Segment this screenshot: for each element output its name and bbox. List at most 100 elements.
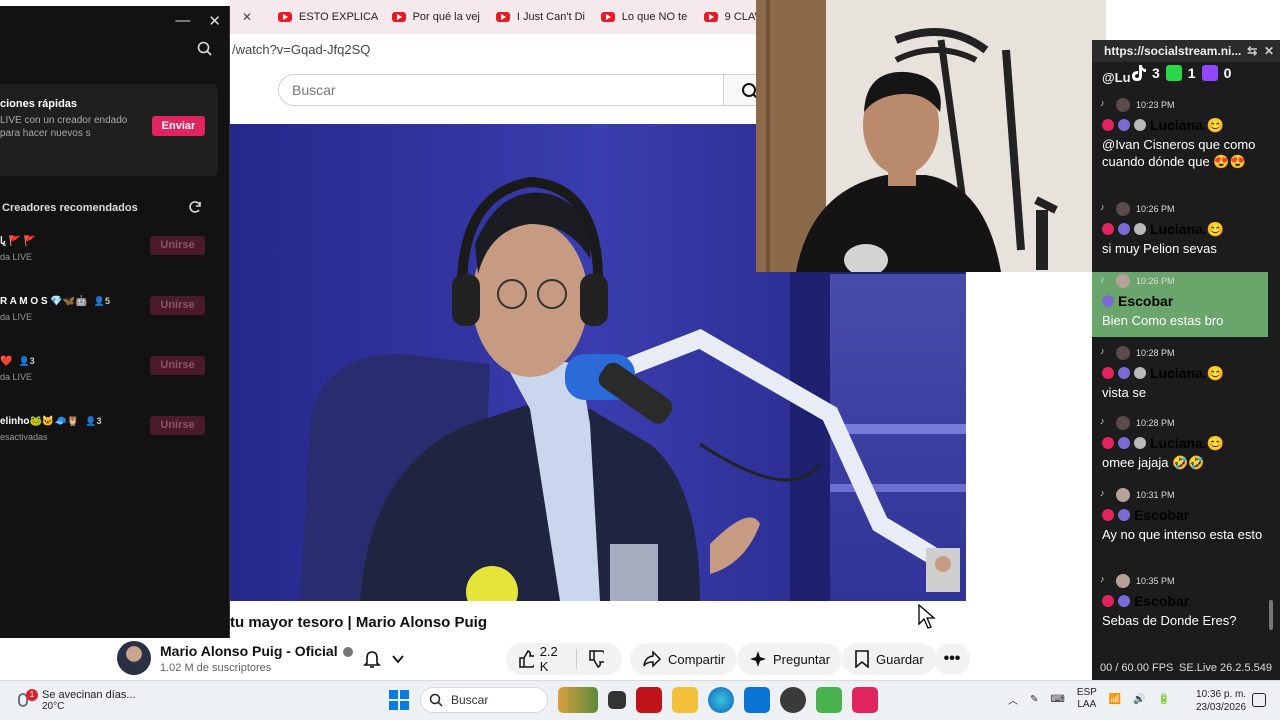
chat-url: https://socialstream.ni... [1104, 44, 1242, 58]
chevron-down-icon [392, 655, 404, 664]
chat-message: ♪ 10:35 PM Escobar Sebas de Donde Eres? [1092, 572, 1268, 629]
weather-temp: 20°C [42, 701, 65, 712]
weather-widget[interactable]: 1 Se avecinan días... 20°C [18, 688, 136, 712]
webcam-image [756, 0, 1106, 272]
share-icon [643, 650, 662, 668]
tiktok-icon [1132, 65, 1146, 81]
edge-browser-icon[interactable] [708, 687, 734, 713]
message-meta: ♪ 10:26 PM [1092, 200, 1268, 218]
chevron-up-icon[interactable]: ︿ [1008, 692, 1018, 707]
close-icon[interactable]: ✕ [208, 12, 221, 30]
message-meta: ♪ 10:26 PM [1092, 272, 1268, 290]
tab-label: I Just Can't Di [516, 11, 585, 23]
viewer-count-value: 5 [104, 296, 110, 306]
obs-icon[interactable] [780, 687, 806, 713]
creator-status: da LIVE [0, 312, 33, 322]
username: Luciana.😊 [1150, 434, 1225, 451]
tab-video-3[interactable]: I Just Can't Di✕ [484, 0, 589, 34]
creator-status: da LIVE [0, 372, 33, 382]
message-time: 10:35 PM [1136, 576, 1175, 586]
badge-icon [1102, 119, 1114, 131]
message-meta: ♪ 10:31 PM [1092, 486, 1268, 504]
taskbar-search[interactable]: Buscar [420, 687, 548, 713]
keyboard-icon[interactable]: ⌨ [1050, 694, 1064, 705]
bell-icon [363, 651, 381, 668]
chat-scrollbar[interactable] [1268, 270, 1274, 640]
thumbs-down-icon[interactable] [588, 650, 604, 668]
notification-icon[interactable] [1252, 693, 1266, 707]
badge-icon [1118, 509, 1130, 521]
creator-name: ﻳﺎ 🚩 🚩 [0, 236, 37, 247]
tiktok-icon: ♪ [1100, 202, 1105, 212]
pen-icon[interactable]: ✎ [1030, 694, 1038, 705]
tab-x[interactable]: ✕ [230, 0, 266, 34]
join-button[interactable]: Unirse [150, 416, 205, 435]
send-button[interactable]: Enviar [152, 116, 205, 136]
join-button[interactable]: Unirse [150, 236, 205, 255]
thumbs-up-icon [519, 650, 534, 668]
message-meta: ♪ 10:28 PM [1092, 344, 1268, 362]
badge-icon [1102, 595, 1114, 607]
volume-icon[interactable]: 🔊 [1133, 694, 1145, 705]
file-explorer-icon[interactable] [672, 687, 698, 713]
heart-icon [1134, 437, 1146, 449]
channel-avatar[interactable] [117, 641, 151, 675]
store-icon[interactable] [744, 687, 770, 713]
more-actions-button[interactable]: ••• [934, 643, 970, 675]
kick-count: 1 [1187, 65, 1196, 81]
like-button[interactable]: 2.2 K [506, 643, 622, 675]
kick-icon [1165, 65, 1182, 81]
youtube-icon [495, 12, 510, 22]
pin-icon[interactable]: ⇆ [1247, 44, 1257, 58]
tab-video-1[interactable]: ESTO EXPLICA✕ [266, 0, 380, 34]
language-indicator[interactable]: ESP LAA [1077, 687, 1097, 711]
windows-start-icon[interactable] [388, 689, 410, 711]
tiktok-live-panel: — ✕ ciones rápidas LIVE con un creador e… [0, 6, 230, 638]
share-label: Compartir [668, 651, 726, 667]
app-icon-red[interactable] [636, 687, 662, 713]
message-user: Escobar [1092, 504, 1268, 526]
refresh-icon[interactable] [188, 200, 202, 214]
address-bar[interactable]: /watch?v=Gqad-Jfq2SQ [230, 38, 760, 62]
message-time: 10:28 PM [1136, 418, 1175, 428]
close-icon[interactable]: ✕ [1264, 44, 1274, 58]
battery-icon[interactable]: 🔋 [1158, 694, 1170, 705]
save-button[interactable]: Guardar [842, 643, 936, 675]
tab-video-2[interactable]: Por qué la vej✕ [380, 0, 484, 34]
message-user: Luciana.😊 [1092, 362, 1268, 384]
avatar [1116, 98, 1130, 112]
clock[interactable]: 10:36 p. m. 23/03/2026 [1196, 688, 1246, 714]
join-button[interactable]: Unirse [150, 356, 205, 375]
tiktok-live-icon[interactable] [852, 687, 878, 713]
app-icon-green[interactable] [816, 687, 842, 713]
ask-button[interactable]: Preguntar [737, 643, 843, 675]
tab-video-4[interactable]: Lo que NO te✕ [589, 0, 692, 34]
card-title: ciones rápidas [0, 98, 78, 110]
task-view-icon[interactable] [608, 691, 626, 709]
sparkle-icon [750, 651, 766, 667]
avatar [1116, 274, 1130, 288]
subscriber-count: 1.02 M de suscriptores [160, 662, 272, 674]
scrollbar-thumb[interactable] [1269, 600, 1273, 630]
minimize-icon[interactable]: — [175, 12, 190, 30]
mouse-cursor-icon [918, 604, 936, 629]
badge-icon [1118, 223, 1130, 235]
message-time: 10:23 PM [1136, 100, 1175, 110]
badge-icon [1102, 509, 1114, 521]
join-button[interactable]: Unirse [150, 296, 205, 315]
search-input[interactable]: Buscar [278, 74, 724, 106]
channel-name[interactable]: Mario Alonso Puig - Oficial [160, 643, 353, 659]
message-meta: ♪ 10:28 PM [1092, 414, 1268, 432]
widgets-icon[interactable] [558, 687, 598, 713]
tiktok-icon: ♪ [1100, 98, 1105, 108]
share-button[interactable]: Compartir [630, 643, 738, 675]
search-icon[interactable] [197, 41, 213, 57]
avatar [1116, 202, 1130, 216]
username: Escobar [1118, 293, 1174, 309]
tab-bar: ✕ ESTO EXPLICA✕ Por qué la vej✕ I Just C… [230, 0, 770, 34]
save-label: Guardar [876, 651, 924, 667]
chat-message: ♪ 10:31 PM Escobar Ay no que intenso esta… [1092, 486, 1268, 543]
wifi-icon[interactable]: 📶 [1109, 694, 1121, 705]
notification-bell-button[interactable] [356, 643, 416, 675]
heart-icon [1134, 223, 1146, 235]
